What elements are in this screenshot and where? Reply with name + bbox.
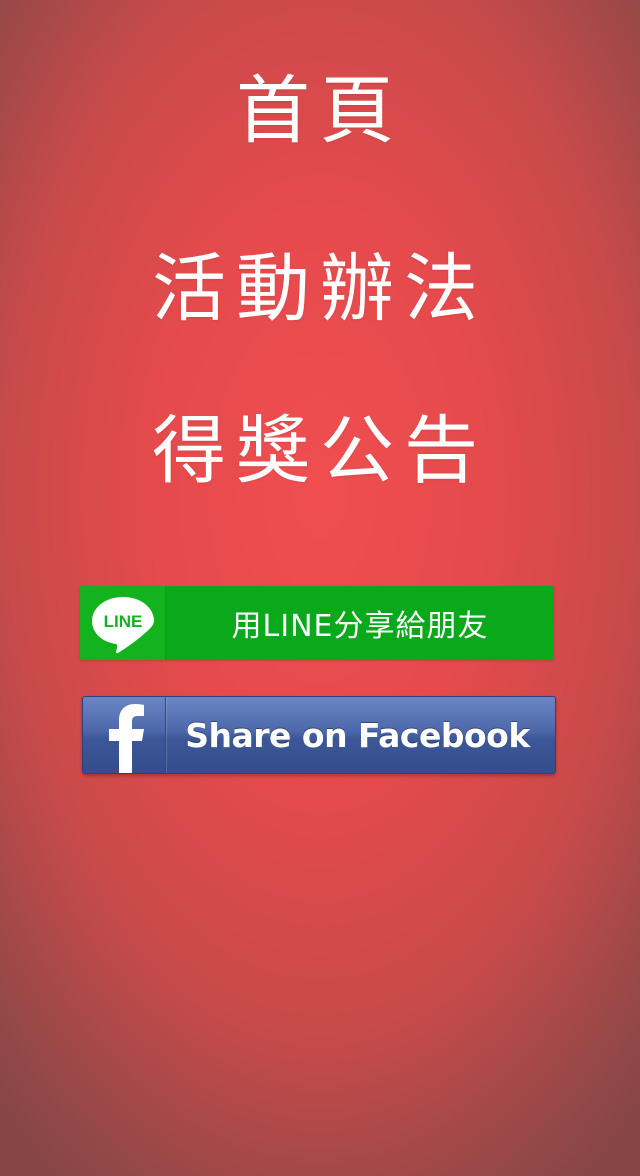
facebook-logo-container xyxy=(83,697,166,773)
menu-item-home[interactable]: 首頁 xyxy=(0,66,640,156)
line-logo-icon: LINE xyxy=(91,597,154,654)
menu-item-rules[interactable]: 活動辦法 xyxy=(0,244,640,334)
line-share-label: 用LINE分享給朋友 xyxy=(231,609,489,644)
line-logo-text: LINE xyxy=(103,612,142,631)
menu-item-winners[interactable]: 得獎公告 xyxy=(0,406,640,496)
facebook-share-label: Share on Facebook xyxy=(185,715,530,755)
line-share-button[interactable]: LINE 用LINE分享給朋友 xyxy=(80,586,554,660)
line-logo-container: LINE xyxy=(80,586,166,660)
facebook-share-button[interactable]: Share on Facebook xyxy=(82,696,556,774)
facebook-f-icon xyxy=(109,704,144,773)
